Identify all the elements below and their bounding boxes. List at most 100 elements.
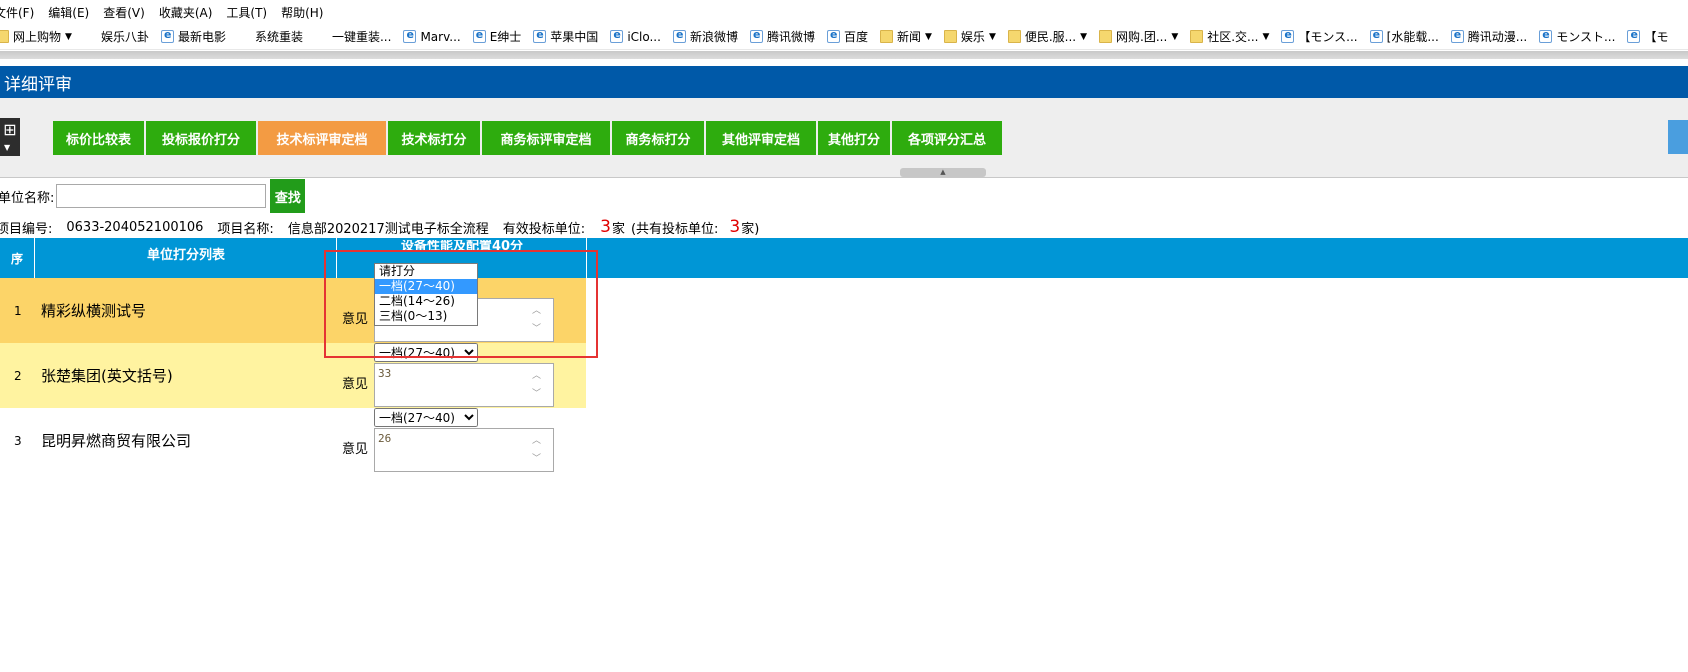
folder-icon: [943, 30, 957, 43]
favorite-link[interactable]: 新浪微博: [672, 28, 738, 45]
menu-item[interactable]: 编辑(E): [48, 4, 89, 21]
bidder-name: 精彩纵横测试号: [41, 302, 147, 320]
favorite-label: 【モンス...: [1298, 30, 1358, 44]
folder-icon: [879, 30, 893, 43]
ie-page-icon: [1539, 28, 1553, 43]
favorite-link[interactable]: E绅士: [472, 28, 521, 45]
favorite-label: 一键重装...: [331, 30, 392, 44]
favorite-label: 便民.服...: [1024, 30, 1077, 44]
tab[interactable]: 其他打分: [818, 121, 892, 155]
favorite-link[interactable]: 最新电影: [160, 28, 226, 45]
folder-icon: [1190, 30, 1204, 43]
favorite-label: 新浪微博: [689, 30, 738, 44]
favorite-label: 新闻: [896, 30, 921, 44]
opinion-textarea[interactable]: 33: [374, 363, 554, 407]
menu-item[interactable]: 帮助(H): [281, 4, 323, 21]
favorite-link[interactable]: 娱乐 ▼: [943, 28, 996, 45]
row-seq: 2: [14, 368, 22, 383]
menu-item[interactable]: 收藏夹(A): [159, 4, 213, 21]
highlight-box: [324, 250, 598, 358]
search-button[interactable]: 查找: [270, 179, 306, 213]
grid-menu-icon[interactable]: ⊞ ▼: [0, 118, 20, 156]
tab-bar: 标价比较表 投标报价打分 技术标评审定档 技术标打分 商务标评审定档 商务标打分 其他评审定…: [53, 121, 1004, 155]
browser-divider: [0, 51, 1688, 59]
project-name-label: 项目名称:: [217, 221, 274, 237]
tab[interactable]: 投标报价打分: [146, 121, 258, 155]
total-bidders-prefix: (共有投标单位:: [630, 221, 719, 237]
menu-bar: 文件(F) 编辑(E) 查看(V) 收藏夹(A) 工具(T) 帮助(H): [0, 0, 1688, 24]
favorite-label: 最新电影: [177, 30, 226, 44]
favorite-label: 【モ: [1644, 30, 1669, 44]
caret-down-icon: ▼: [1080, 31, 1088, 42]
ie-page-icon: [533, 28, 547, 43]
favorite-label: 腾讯动漫...: [1467, 30, 1528, 44]
tab[interactable]: 各项评分汇总: [892, 121, 1004, 155]
favorite-link[interactable]: 一键重装...: [315, 28, 391, 45]
favorite-link[interactable]: モンスト...: [1539, 28, 1615, 45]
menu-item[interactable]: 查看(V): [103, 4, 145, 21]
favorite-label: 娱乐: [960, 30, 985, 44]
tab[interactable]: 标价比较表: [53, 121, 146, 155]
favorite-link[interactable]: 【モンス...: [1281, 28, 1358, 45]
project-no: 0633-204052100106: [66, 219, 204, 235]
ie-page-icon: [1281, 28, 1295, 43]
opinion-textarea[interactable]: 26: [374, 428, 554, 472]
ie-page-icon: [1627, 28, 1641, 43]
favorites-bar: 网上购物▼ 娱乐八卦 最新电影系统重装 一键重装... Marv... E绅士 苹果中国 iC…: [0, 24, 1688, 50]
favorite-link[interactable]: 便民.服... ▼: [1007, 28, 1088, 45]
ie-page-icon: [403, 28, 417, 43]
favorite-link[interactable]: Marv...: [403, 28, 461, 44]
favorite-link[interactable]: 苹果中国: [533, 28, 598, 45]
favorite-link[interactable]: 社区.交... ▼: [1190, 28, 1269, 45]
ie-page-icon: [826, 28, 840, 43]
favorite-link[interactable]: 娱乐八卦: [84, 28, 149, 45]
ie-page-icon: [672, 28, 686, 43]
project-no-label: 项目编号:: [0, 221, 53, 237]
favorite-link[interactable]: 腾讯微博: [749, 28, 815, 45]
favorite-link[interactable]: 百度: [826, 28, 868, 45]
opinion-label: 意见: [342, 377, 369, 392]
collapse-toolbar-handle[interactable]: ▲: [900, 168, 986, 177]
favorite-link[interactable]: 新闻 ▼: [879, 28, 932, 45]
favorite-label: 娱乐八卦: [100, 30, 149, 44]
textarea-scroll-arrows[interactable]: ︿ ﹀: [532, 367, 541, 403]
unit-name-label: 单位名称:: [0, 190, 55, 206]
tab[interactable]: 商务标打分: [612, 121, 706, 155]
favorite-label: 网购.团...: [1116, 30, 1168, 44]
folder-icon: [0, 30, 9, 43]
tab[interactable]: 商务标评审定档: [482, 121, 612, 155]
favorite-label: 腾讯微博: [766, 30, 815, 44]
ie-page-icon: [472, 28, 486, 43]
tab[interactable]: 技术标打分: [388, 121, 482, 155]
valid-bidders-label: 有效投标单位:: [502, 221, 586, 237]
favorite-link[interactable]: 网购.团... ▼: [1099, 28, 1178, 45]
favorite-link[interactable]: 腾讯动漫...: [1450, 28, 1528, 45]
table-row: 一档(27～40) 3 昆明昇燃商贸有限公司 意见 26 ︿ ﹀: [0, 408, 586, 473]
favorite-label: モンスト...: [1556, 30, 1616, 44]
favorite-link[interactable]: [水能载...: [1369, 28, 1439, 45]
table-header: 序 单位打分列表 设备性能及配置40分: [0, 238, 1688, 278]
unit-name-input[interactable]: [56, 184, 267, 208]
favorite-label: 百度: [843, 30, 868, 44]
tab[interactable]: 其他评审定档: [706, 121, 818, 155]
favorite-link[interactable]: 网上购物 ▼: [0, 28, 72, 45]
menu-item[interactable]: 文件(F): [0, 4, 34, 21]
project-info: 项目编号: 0633-204052100106 项目名称: 信息部2020217…: [0, 216, 759, 238]
menu-item[interactable]: 工具(T): [226, 4, 267, 21]
favorite-label: [水能载...: [1386, 30, 1439, 44]
toolbar: ⊞ ▼ 标价比较表 投标报价打分 技术标评审定档 技术标打分 商务标评审定档 商务标打分 其他…: [0, 98, 1688, 178]
folder-icon: [1099, 30, 1113, 43]
favorite-link[interactable]: 【モ: [1627, 28, 1668, 45]
caret-down-icon: ▼: [988, 31, 996, 42]
favorite-label: 苹果中国: [550, 30, 599, 44]
tab[interactable]: 技术标评审定档: [258, 121, 388, 155]
grade-select[interactable]: 一档(27～40): [374, 408, 478, 427]
textarea-scroll-arrows[interactable]: ︿ ﹀: [532, 432, 541, 468]
favorite-link[interactable]: 系统重装: [238, 28, 303, 45]
caret-down-icon: ▼: [1262, 31, 1270, 42]
ie-page-icon: [160, 28, 174, 43]
favorite-label: 社区.交...: [1207, 30, 1259, 44]
valid-bidders-count: 3: [600, 217, 611, 237]
favorite-link[interactable]: iClo...: [610, 28, 661, 44]
side-panel-button[interactable]: [1668, 120, 1688, 154]
